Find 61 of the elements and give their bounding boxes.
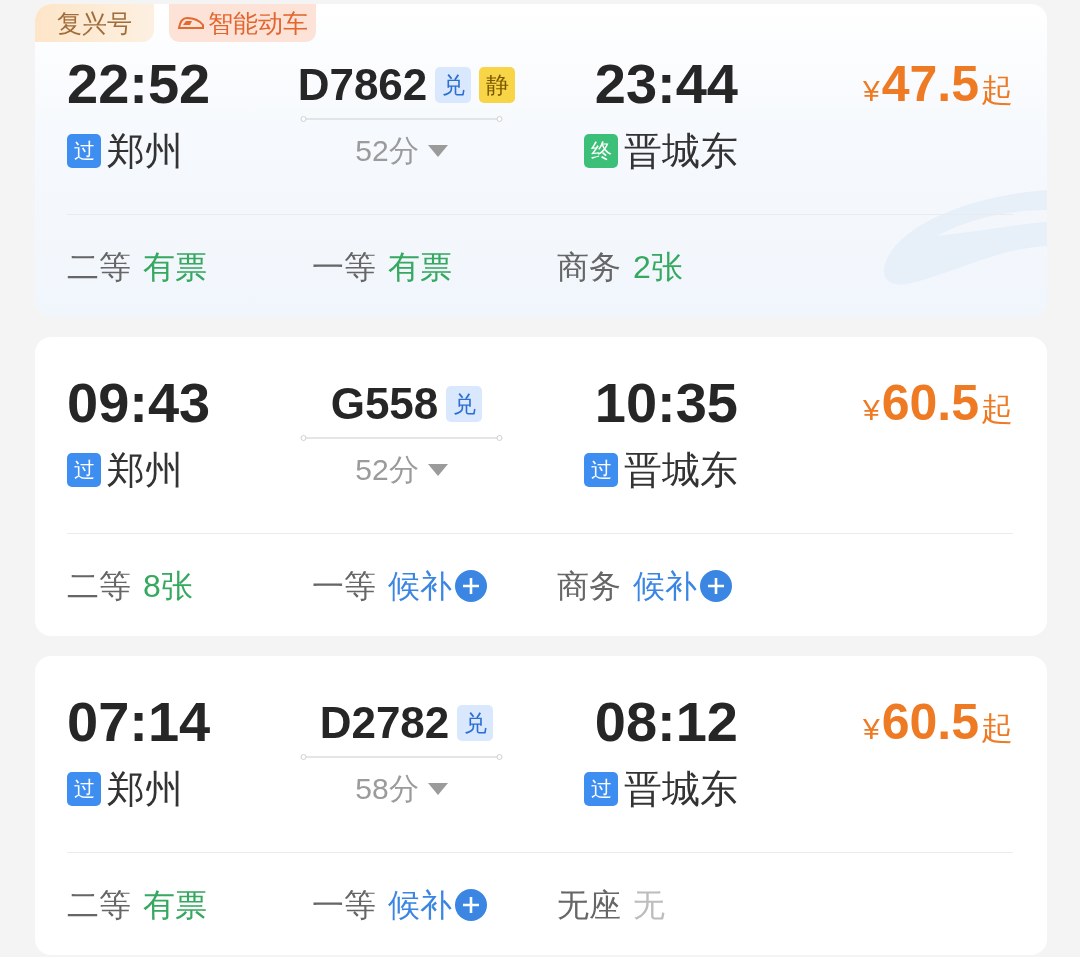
- seat-class: 商务: [557, 248, 621, 287]
- seat-class: 二等: [67, 248, 131, 287]
- station-type-badge: 过: [584, 772, 618, 806]
- seat-class: 二等: [67, 886, 131, 925]
- seat-availability: 2张: [633, 248, 683, 287]
- train-icon: [177, 16, 205, 30]
- station-name: 晋城东: [624, 132, 738, 170]
- train-number: D2782: [319, 698, 450, 748]
- train-feature-badge: 静: [479, 67, 516, 103]
- duration-toggle[interactable]: 52分: [355, 452, 448, 488]
- ticket-price: ¥60.5起: [863, 694, 1013, 750]
- plus-icon: [455, 570, 487, 602]
- station-type-badge: 终: [584, 134, 618, 168]
- departure-time: 09:43: [67, 375, 211, 431]
- waitlist-button[interactable]: 候补: [388, 566, 487, 606]
- duration-toggle[interactable]: 52分: [355, 133, 448, 169]
- station-type-badge: 过: [67, 453, 101, 487]
- train-type-tag: 复兴号: [35, 4, 154, 42]
- train-card[interactable]: 复兴号 智能动车 22:52 过 郑州 D7862 兑 静 52分 23:44 终 晋城东 ¥47.5起 二等 有票 一等 有票 商务 2张: [35, 4, 1047, 317]
- train-feature-badge: 兑: [435, 67, 472, 103]
- train-type-tag: 智能动车: [169, 4, 316, 42]
- station-name: 郑州: [107, 451, 183, 489]
- seat-class: 无座: [557, 886, 621, 925]
- station-name: 郑州: [107, 132, 183, 170]
- train-feature-badge: 兑: [457, 705, 494, 741]
- station-name: 晋城东: [624, 770, 738, 808]
- ticket-price: ¥60.5起: [863, 375, 1013, 431]
- waitlist-button[interactable]: 候补: [633, 566, 732, 606]
- plus-icon: [700, 570, 732, 602]
- ticket-price: ¥47.5起: [863, 56, 1013, 112]
- seat-availability: 8张: [143, 567, 193, 606]
- station-type-badge: 过: [584, 453, 618, 487]
- caret-icon: [427, 783, 448, 795]
- station-type-badge: 过: [67, 772, 101, 806]
- seat-class: 一等: [312, 567, 376, 606]
- arrival-time: 10:35: [594, 375, 738, 431]
- seat-availability: 有票: [143, 886, 207, 925]
- station-type-badge: 过: [67, 134, 101, 168]
- arrival-time: 08:12: [594, 694, 738, 750]
- seat-availability: 有票: [388, 248, 452, 287]
- plus-icon: [455, 889, 487, 921]
- departure-time: 07:14: [67, 694, 211, 750]
- seat-availability: 无: [633, 886, 665, 925]
- train-number: D7862: [297, 60, 428, 110]
- departure-time: 22:52: [67, 56, 211, 112]
- train-card[interactable]: 09:43 过 郑州 G558 兑 52分 10:35 过 晋城东 ¥60.5起 二等 8张 一等 候补 商务 候补: [35, 337, 1047, 636]
- train-card[interactable]: 07:14 过 郑州 D2782 兑 58分 08:12 过 晋城东 ¥60.5起 二等 有票 一等 候补 无座 无: [35, 656, 1047, 955]
- seat-class: 商务: [557, 567, 621, 606]
- seat-class: 一等: [312, 248, 376, 287]
- duration-toggle[interactable]: 58分: [355, 771, 448, 807]
- seat-availability: 有票: [143, 248, 207, 287]
- station-name: 晋城东: [624, 451, 738, 489]
- train-feature-badge: 兑: [446, 386, 483, 422]
- arrival-time: 23:44: [594, 56, 738, 112]
- train-number: G558: [330, 379, 439, 429]
- station-name: 郑州: [107, 770, 183, 808]
- seat-class: 一等: [312, 886, 376, 925]
- seat-class: 二等: [67, 567, 131, 606]
- caret-icon: [427, 145, 448, 157]
- waitlist-button[interactable]: 候补: [388, 885, 487, 925]
- caret-icon: [427, 464, 448, 476]
